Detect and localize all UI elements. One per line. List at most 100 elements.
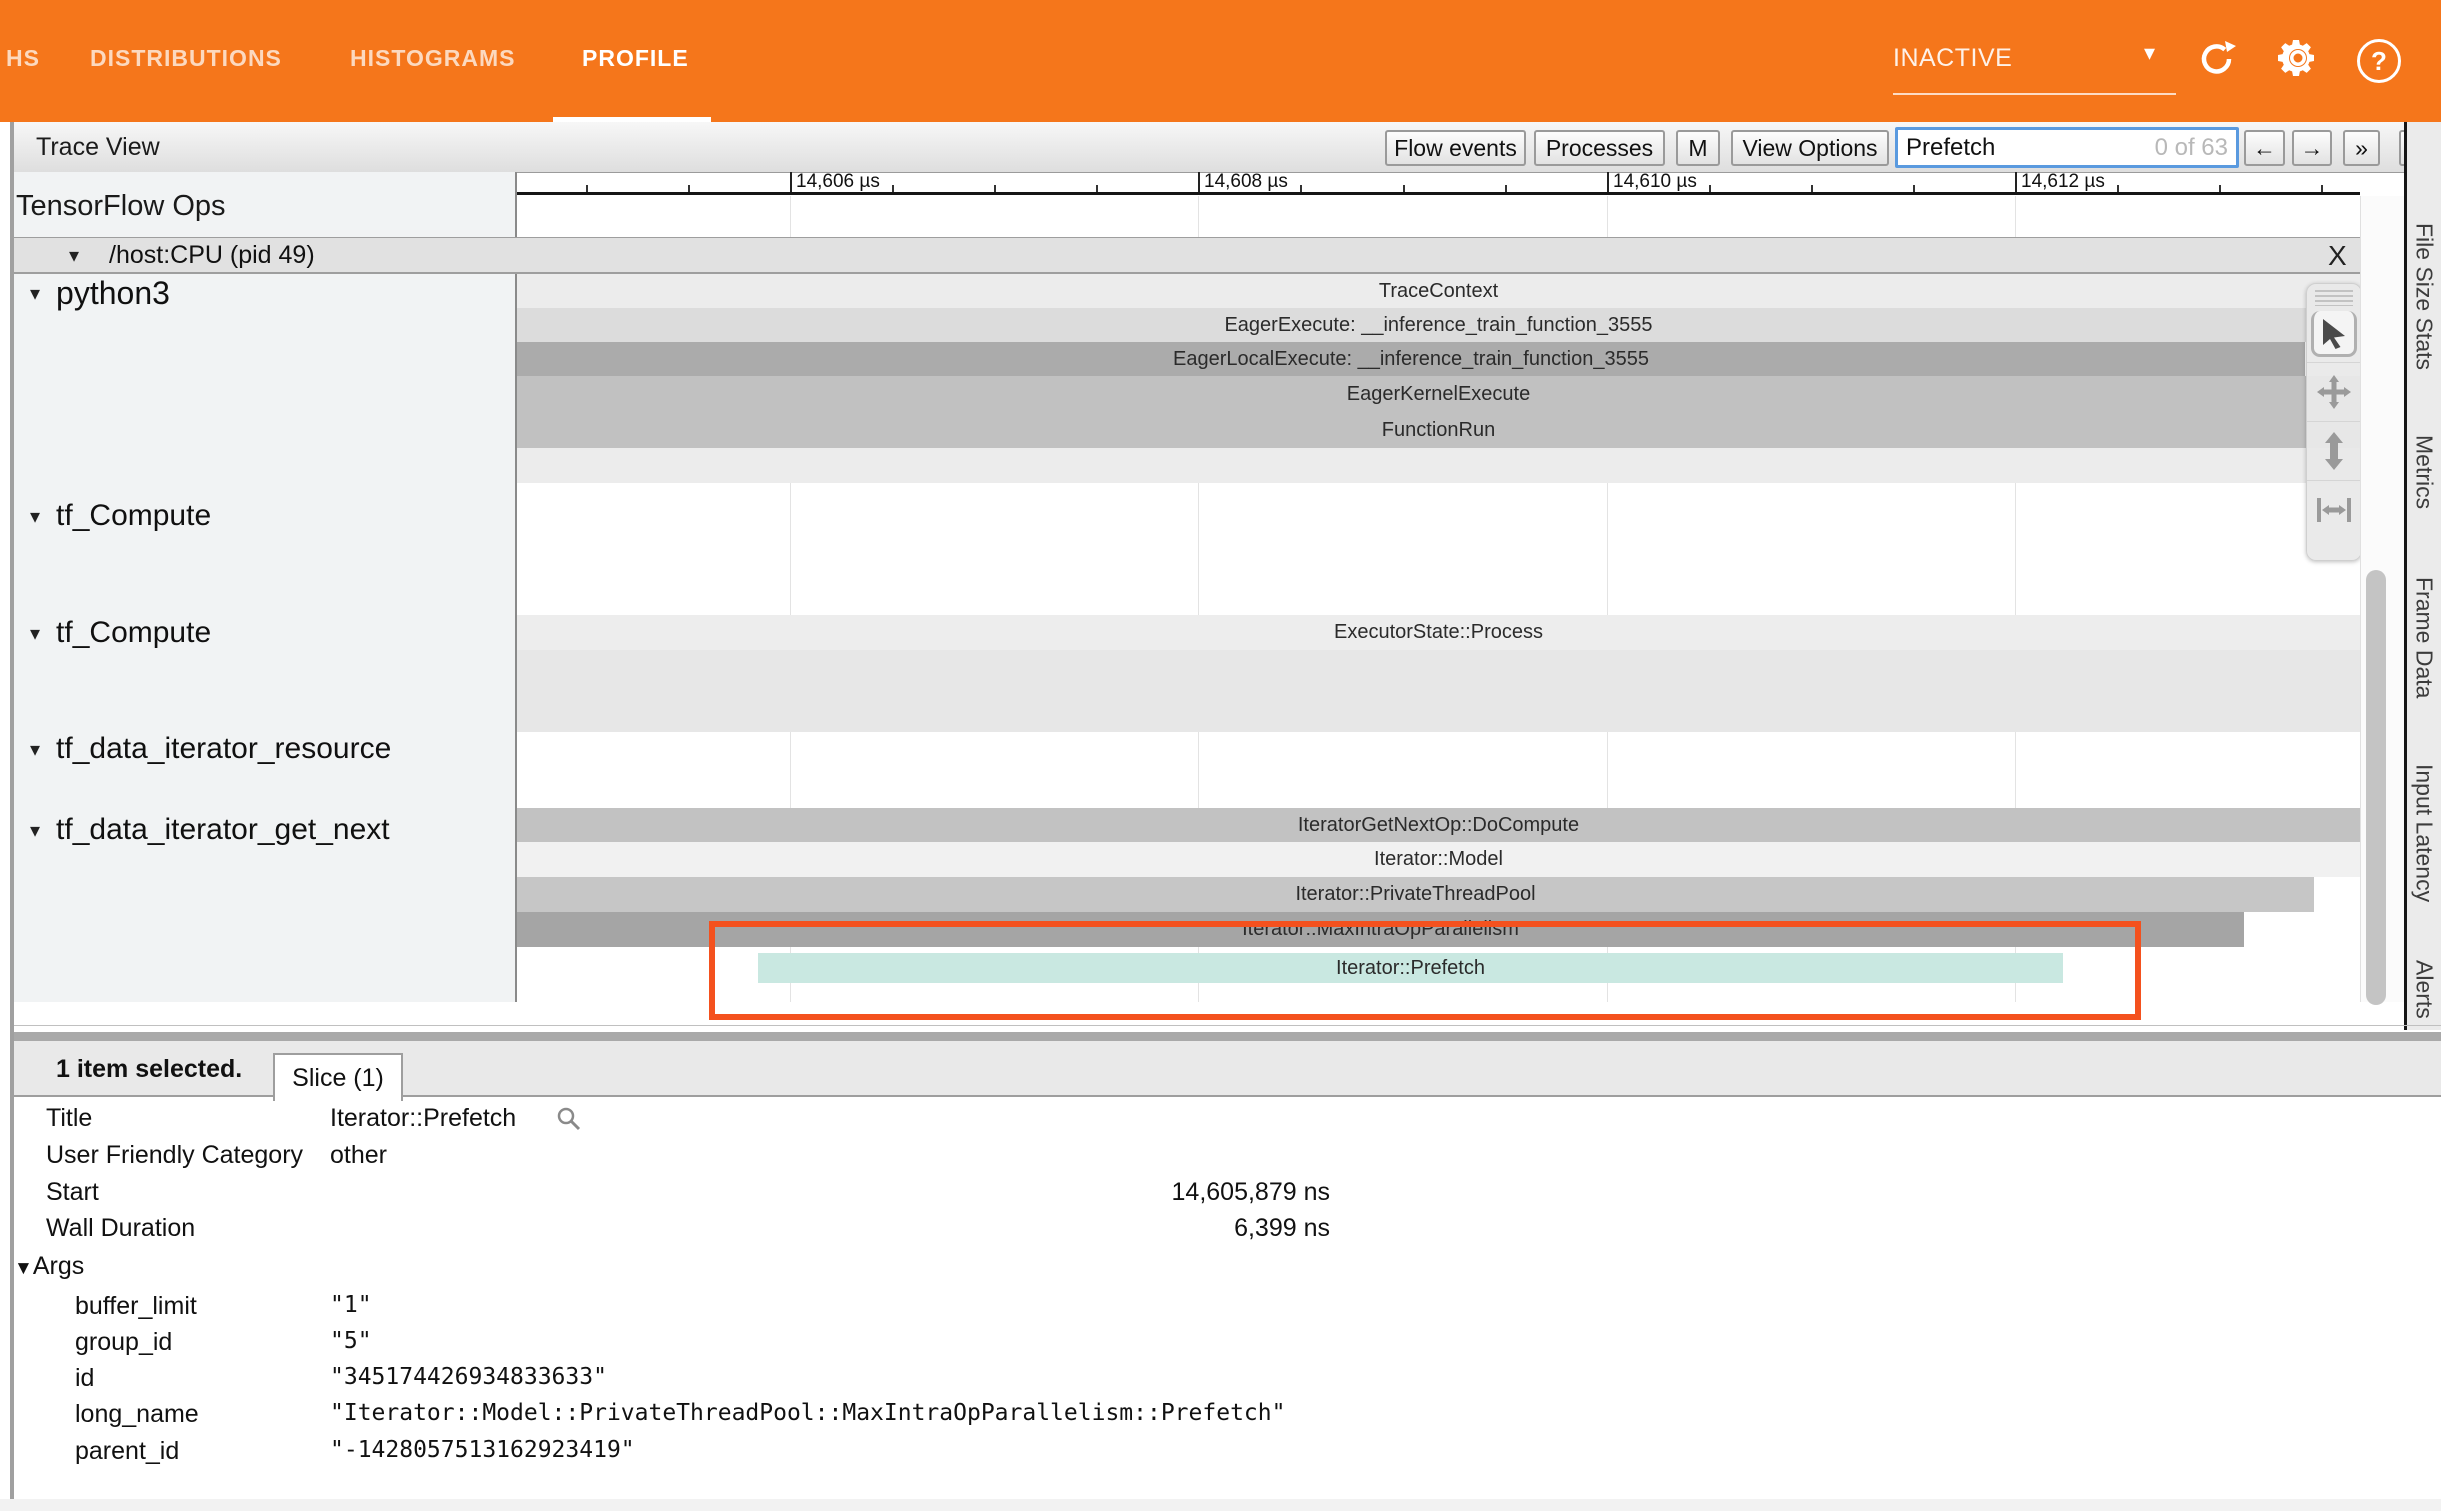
top-tab-histograms[interactable]: HISTOGRAMS	[350, 0, 515, 117]
vertical-scrollbar-thumb[interactable]	[2366, 570, 2386, 1005]
ruler-major-tick	[2015, 172, 2017, 193]
metadata-button[interactable]: M	[1676, 130, 1720, 166]
trace-band-executorstate[interactable]: ExecutorState::Process	[517, 615, 2360, 650]
process-close-button[interactable]: X	[2328, 240, 2347, 272]
collapse-triangle-icon[interactable]: ▾	[69, 243, 79, 268]
track-label-tf_Compute[interactable]: ▾ tf_Compute	[30, 496, 211, 536]
track-label-tf_Compute[interactable]: ▾ tf_Compute	[30, 613, 211, 653]
track-name: tf_Compute	[56, 499, 211, 533]
args-collapse-icon: ▼	[14, 1258, 33, 1279]
collapse-triangle-icon[interactable]: ▾	[30, 818, 40, 843]
find-box[interactable]: 0 of 63	[1895, 127, 2239, 168]
side-tab-input-latency[interactable]: Input Latency	[2407, 752, 2441, 914]
run-dropdown-underline	[1893, 93, 2176, 95]
trace-panel-bottom-line	[14, 1025, 2441, 1026]
ruler-tick-label: 14,612 µs	[2021, 171, 2105, 193]
trace-band[interactable]	[517, 650, 2360, 732]
ruler-tick-label: 14,606 µs	[796, 171, 880, 193]
track-label-python3[interactable]: ▾ python3	[30, 273, 170, 313]
detail-label-title: Title	[46, 1104, 92, 1133]
process-header-row[interactable]: ▾ /host:CPU (pid 49)	[14, 237, 2360, 274]
help-icon[interactable]: ?	[2357, 39, 2401, 83]
tensorflow-ops-header: TensorFlow Ops	[16, 190, 226, 223]
run-status-value: INACTIVE	[1893, 44, 2012, 73]
refresh-icon[interactable]	[2196, 38, 2238, 80]
more-tools-button[interactable]: »	[2343, 130, 2380, 166]
detail-value-start: 14,605,879 ns	[330, 1178, 1330, 1207]
run-status-dropdown[interactable]: INACTIVE ▾	[1893, 34, 2176, 82]
detail-label-wall-duration: Wall Duration	[46, 1214, 195, 1243]
trace-band-iterator[interactable]: Iterator::Model	[517, 842, 2360, 877]
view-options-button[interactable]: View Options	[1731, 130, 1889, 166]
track-label-tf_data_iterator_get_next[interactable]: ▾ tf_data_iterator_get_next	[30, 810, 390, 850]
detail-label-start: Start	[46, 1178, 99, 1207]
trace-view-title: Trace View	[36, 122, 160, 172]
select-tool-icon[interactable]	[2311, 311, 2357, 357]
arg-value-id: "345174426934833633"	[330, 1364, 607, 1390]
collapse-triangle-icon[interactable]: ▾	[30, 737, 40, 762]
collapse-triangle-icon[interactable]: ▾	[30, 504, 40, 529]
side-tab-alerts[interactable]: Alerts	[2407, 948, 2441, 1030]
time-ruler-baseline	[517, 192, 2360, 195]
trace-band[interactable]	[517, 448, 2360, 483]
top-tab-distributions[interactable]: DISTRIBUTIONS	[90, 0, 282, 117]
find-previous-button[interactable]: ←	[2244, 130, 2285, 166]
collapse-triangle-icon[interactable]: ▾	[30, 621, 40, 646]
ruler-major-tick	[1607, 172, 1609, 193]
ruler-major-tick	[790, 172, 792, 193]
ruler-tick-label: 14,608 µs	[1204, 171, 1288, 193]
tensorboard-profile-page: HS DISTRIBUTIONS HISTOGRAMS PROFILE INACTIV…	[0, 0, 2441, 1511]
timing-tool-icon[interactable]	[2307, 480, 2361, 539]
track-name: python3	[56, 275, 170, 312]
process-header-label: /host:CPU (pid 49)	[109, 241, 315, 270]
arg-value-buffer_limit: "1"	[330, 1292, 372, 1318]
trace-band-eagerexecute[interactable]: EagerExecute: __inference_train_function…	[517, 308, 2360, 342]
tab-slice[interactable]: Slice (1)	[273, 1053, 403, 1101]
side-tab-frame-data[interactable]: Frame Data	[2407, 570, 2441, 706]
arg-value-parent_id: "-1428057513162923419"	[330, 1437, 635, 1463]
detail-value-user-friendly-category: other	[330, 1141, 387, 1170]
window-bottom-strip	[0, 1499, 2441, 1511]
flow-events-button[interactable]: Flow events	[1385, 130, 1526, 166]
trace-band-iteratorgetnextop[interactable]: IteratorGetNextOp::DoCompute	[517, 808, 2360, 842]
magnifier-icon[interactable]	[556, 1106, 582, 1132]
track-name: tf_data_iterator_get_next	[56, 813, 390, 847]
trace-band-iterator[interactable]: Iterator::PrivateThreadPool	[517, 877, 2314, 912]
top-app-bar: HS DISTRIBUTIONS HISTOGRAMS PROFILE INACTIV…	[0, 0, 2441, 122]
arg-key-id: id	[75, 1364, 94, 1393]
side-tab-file-size-stats[interactable]: File Size Stats	[2407, 212, 2441, 380]
pan-tool-icon[interactable]	[2307, 362, 2361, 421]
processes-button[interactable]: Processes	[1534, 130, 1665, 166]
arg-value-group_id: "5"	[330, 1328, 372, 1354]
arg-key-parent_id: parent_id	[75, 1437, 179, 1466]
track-name: tf_Compute	[56, 616, 211, 650]
detail-value-wall-duration: 6,399 ns	[330, 1214, 1330, 1243]
selection-highlight-box	[709, 921, 2141, 1020]
side-tab-strip: File Size Stats Metrics Frame Data Input La…	[2404, 122, 2441, 1030]
timeline-tool-palette	[2306, 283, 2362, 561]
search-result-count: 0 of 63	[2155, 134, 2236, 162]
track-label-tf_data_iterator_resource[interactable]: ▾tf_data_iterator_resource	[30, 729, 391, 769]
help-question-glyph: ?	[2371, 46, 2387, 77]
panel-resize-divider[interactable]	[14, 1032, 2441, 1041]
args-label: Args	[33, 1252, 84, 1280]
chevron-down-icon: ▾	[2144, 40, 2156, 66]
args-toggle[interactable]: ▼Args	[14, 1252, 84, 1281]
settings-icon[interactable]	[2276, 36, 2320, 80]
find-next-button[interactable]: →	[2292, 130, 2332, 166]
top-tab-profile[interactable]: PROFILE	[582, 0, 689, 117]
arg-value-long_name: "Iterator::Model::PrivateThreadPool::Max…	[330, 1400, 1285, 1426]
top-tab-hs[interactable]: HS	[6, 0, 40, 117]
collapse-triangle-icon[interactable]: ▾	[30, 281, 40, 306]
side-tab-metrics[interactable]: Metrics	[2407, 426, 2441, 518]
palette-drag-handle-icon[interactable]	[2315, 290, 2353, 306]
arg-key-buffer_limit: buffer_limit	[75, 1292, 197, 1321]
zoom-tool-icon[interactable]	[2307, 421, 2361, 480]
trace-band-functionrun[interactable]: FunctionRun	[517, 412, 2360, 448]
trace-band-eagerlocalexecute[interactable]: EagerLocalExecute: __inference_train_fun…	[517, 342, 2305, 376]
selection-summary: 1 item selected.	[56, 1041, 242, 1097]
trace-band-eagerkernelexecute[interactable]: EagerKernelExecute	[517, 376, 2360, 412]
search-input[interactable]	[1898, 133, 2155, 163]
ruler-major-tick	[1198, 172, 1200, 193]
trace-band-tracecontext[interactable]: TraceContext	[517, 274, 2360, 308]
